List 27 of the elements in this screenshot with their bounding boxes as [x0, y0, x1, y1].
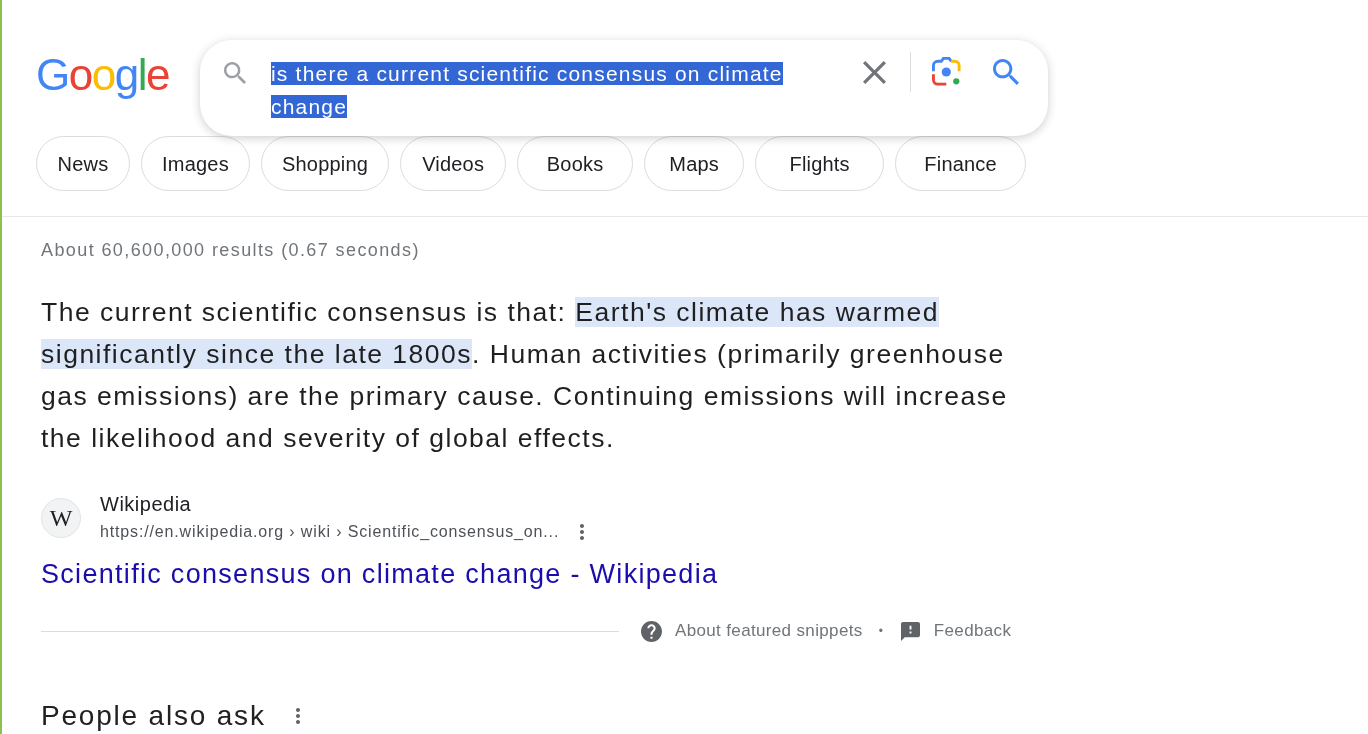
result-title-link[interactable]: Scientific consensus on climate change - Wikipedia [41, 556, 719, 592]
filter-chip[interactable]: Flights [755, 136, 885, 191]
answer-text: The current scientific consensus is that: Earth's climate has warmed significantly since the late 1800s. Human activities (primarily greenhouse gas emissions) are the primary cause. Continuing emissions will increase the likelihood and severity of global effects. [41, 296, 1009, 455]
search-icon [224, 62, 246, 84]
separator-dot: • [878, 623, 883, 640]
more-options-icon[interactable] [295, 708, 300, 724]
filter-chip[interactable]: Images [141, 136, 250, 191]
results-count: About 60,600,000 results (0.67 seconds) [41, 239, 420, 261]
filter-chip[interactable]: Books [517, 136, 634, 191]
camera-icon [932, 57, 962, 87]
feedback-icon[interactable] [900, 621, 920, 641]
filter-chip[interactable]: News [36, 136, 130, 191]
feedback-link[interactable]: Feedback [933, 620, 1012, 642]
result-url[interactable]: https://en.wikipedia.org › wiki › Scientific_consensus_on... [100, 521, 560, 543]
search-icon [993, 59, 1019, 85]
more-options-icon[interactable] [580, 524, 585, 540]
filter-chip[interactable]: Maps [644, 136, 745, 191]
close-icon [862, 60, 886, 84]
site-favicon: W [41, 498, 81, 538]
site-name[interactable]: Wikipedia [100, 492, 192, 516]
google-logo[interactable]: Google [36, 53, 169, 97]
filter-chip[interactable]: Finance [895, 136, 1027, 191]
filter-chip[interactable]: Shopping [261, 136, 390, 191]
filter-chip[interactable]: Videos [400, 136, 507, 191]
section-heading: People also ask [41, 699, 266, 733]
about-snippets-link[interactable]: About featured snippets [675, 620, 863, 642]
help-icon[interactable] [641, 620, 662, 642]
